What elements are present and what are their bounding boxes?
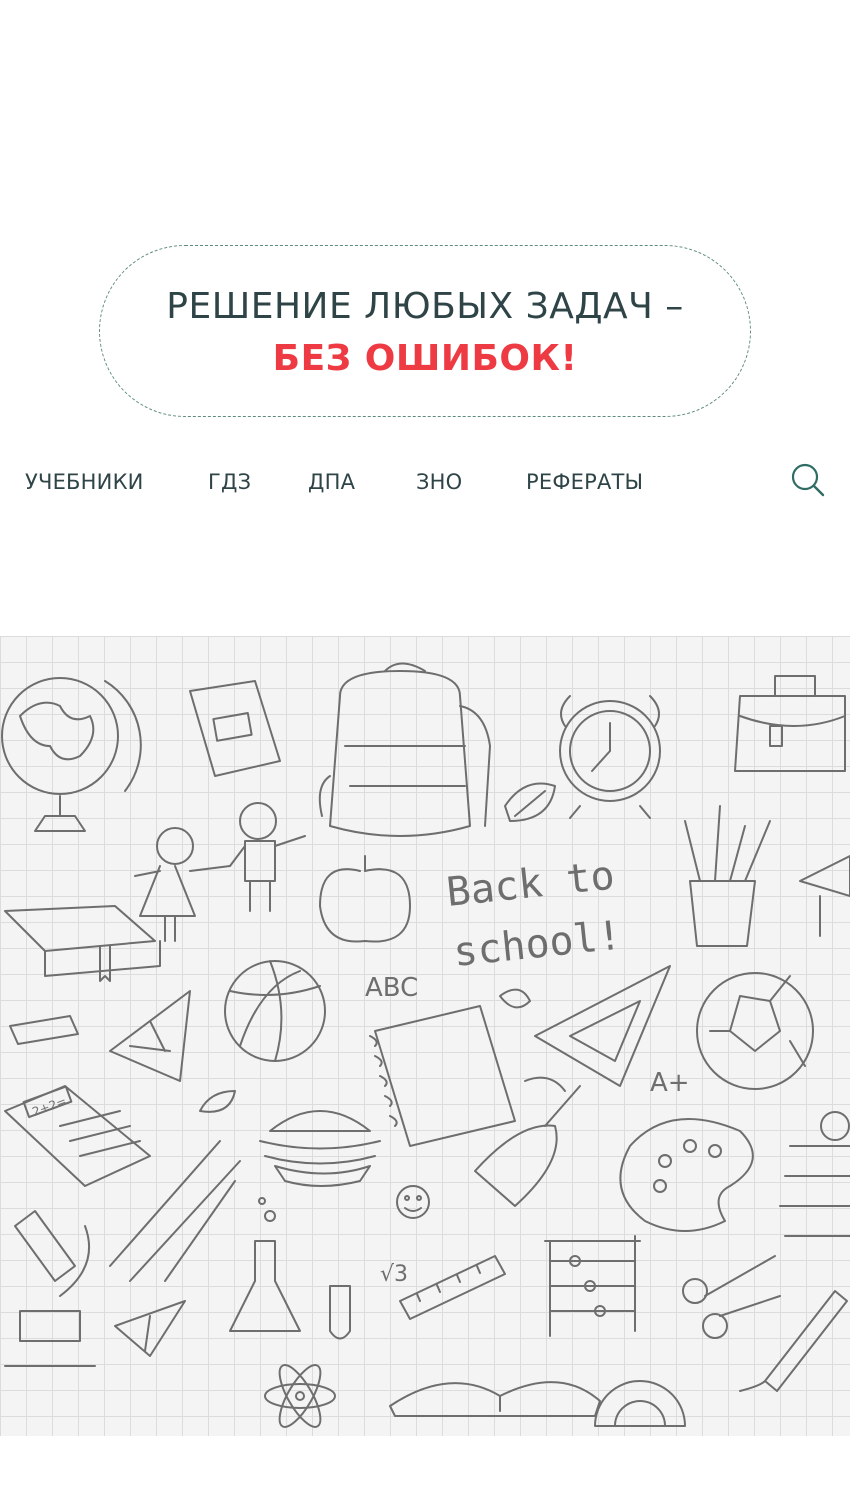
apple-doodle bbox=[319, 855, 411, 943]
palette-doodle bbox=[619, 1118, 754, 1232]
books-apple-doodle bbox=[779, 1111, 850, 1237]
hero-image: Back to school! ABC A+ √3 2+2= bbox=[0, 636, 850, 1436]
page: РЕШЕНИЕ ЛЮБЫХ ЗАДАЧ – БЕЗ ОШИБОК! УЧЕБНИ… bbox=[0, 0, 850, 1486]
back-to-school-doodle: Back to school! ABC A+ √3 bbox=[365, 853, 690, 1287]
nav-item-textbooks[interactable]: УЧЕБНИКИ bbox=[25, 470, 144, 494]
ball-doodle bbox=[224, 960, 326, 1062]
hero-banner: РЕШЕНИЕ ЛЮБЫХ ЗАДАЧ – БЕЗ ОШИБОК! bbox=[99, 245, 751, 417]
banner-accent-title: БЕЗ ОШИБОК! bbox=[272, 338, 578, 379]
brushes-doodle bbox=[109, 1140, 241, 1282]
nav-item-gdz[interactable]: ГДЗ bbox=[208, 470, 251, 494]
cap-doodle bbox=[799, 855, 850, 937]
books-doodle bbox=[4, 905, 161, 982]
soccer-ball-doodle bbox=[696, 972, 814, 1090]
eraser-doodle bbox=[9, 1015, 79, 1045]
search-icon[interactable] bbox=[788, 460, 828, 500]
book-doodle bbox=[189, 680, 281, 777]
pencil-cup-doodle bbox=[684, 805, 771, 947]
nav-item-dpa[interactable]: ДПА bbox=[308, 470, 355, 494]
globe-doodle bbox=[1, 677, 142, 832]
banner-title: РЕШЕНИЕ ЛЮБЫХ ЗАДАЧ – bbox=[166, 286, 684, 327]
clock-doodle bbox=[559, 695, 661, 819]
backpack-doodle bbox=[318, 662, 491, 837]
abc-text: ABC bbox=[365, 973, 418, 1003]
notebook-doodle bbox=[369, 1005, 516, 1147]
open-book-doodle bbox=[389, 1381, 601, 1417]
paper-plane-doodle bbox=[114, 1300, 186, 1357]
school-text: school! bbox=[451, 913, 623, 976]
microscope-doodle bbox=[4, 1210, 96, 1367]
leaf-doodle bbox=[504, 782, 556, 822]
protractor-doodle bbox=[594, 1380, 686, 1427]
bell-doodle bbox=[474, 1076, 581, 1207]
main-nav: УЧЕБНИКИ ГДЗ ДПА ЗНО РЕФЕРАТЫ bbox=[0, 460, 850, 508]
abacus-doodle bbox=[544, 1235, 641, 1337]
atom-doodle bbox=[264, 1364, 336, 1428]
back-to-text: Back to bbox=[444, 853, 616, 916]
scissors-doodle bbox=[682, 1255, 781, 1339]
flask-doodle bbox=[229, 1197, 301, 1332]
sqrt-text: √3 bbox=[380, 1262, 408, 1287]
burger-doodle bbox=[259, 1110, 381, 1187]
smiley-doodle bbox=[396, 1185, 430, 1219]
nav-item-zno[interactable]: ЗНО bbox=[416, 470, 462, 494]
grade-text: A+ bbox=[650, 1068, 690, 1098]
nav-item-essays[interactable]: РЕФЕРАТЫ bbox=[526, 470, 643, 494]
pen-doodle bbox=[739, 1290, 848, 1392]
pin-doodle bbox=[499, 988, 531, 1009]
test-tube-doodle bbox=[329, 1285, 351, 1340]
ruler-doodle bbox=[399, 1255, 506, 1320]
kids-doodle bbox=[134, 802, 306, 942]
small-leaf-doodle bbox=[199, 1090, 236, 1113]
briefcase-doodle bbox=[734, 675, 846, 772]
calculator-doodle: 2+2= bbox=[4, 1085, 151, 1187]
pizza-doodle bbox=[109, 990, 191, 1082]
